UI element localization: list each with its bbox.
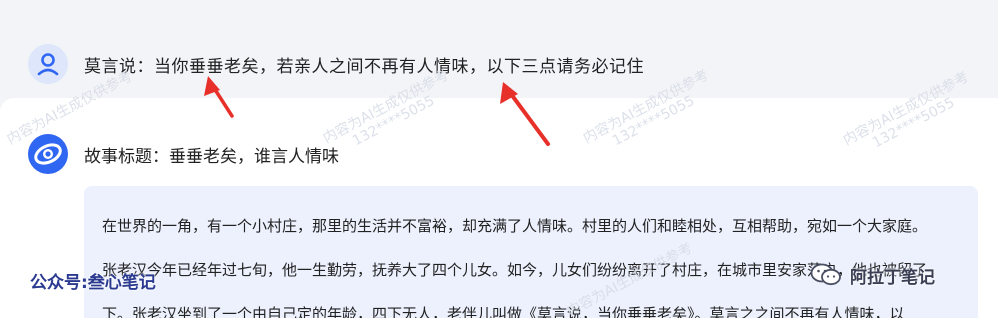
story-paragraph: 在世界的一角，有一个小村庄，那里的生活并不富裕，却充满了人情味。村里的人们和睦相…: [102, 217, 928, 235]
ai-assistant-logo-icon: [28, 134, 68, 174]
story-paragraph: 下。张老汉坐到了一个由自己定的年龄，四下无人，老伴儿叫做《莫言说，当你垂垂老矣》…: [102, 305, 905, 318]
user-icon: [37, 53, 59, 76]
wechat-icon: [810, 263, 841, 286]
bottom-right-watermark: 阿拉丁笔记: [810, 262, 935, 288]
bottom-left-watermark: 公众号:叁心笔记: [30, 273, 156, 293]
bottom-right-watermark-text: 阿拉丁笔记: [850, 267, 935, 288]
story-title: 故事标题：垂垂老矣，谁言人情味: [84, 146, 339, 167]
user-message-row: 莫言说：当你垂垂老矣，若亲人之间不再有人情味，以下三点请务必记住: [28, 44, 644, 84]
story-content-box: 在世界的一角，有一个小村庄，那里的生活并不富裕，却充满了人情味。村里的人们和睦相…: [84, 186, 978, 318]
user-avatar[interactable]: [28, 44, 68, 84]
user-message-text: 莫言说：当你垂垂老矣，若亲人之间不再有人情味，以下三点请务必记住: [84, 56, 644, 77]
bot-reply-header: 故事标题：垂垂老矣，谁言人情味: [28, 134, 339, 174]
